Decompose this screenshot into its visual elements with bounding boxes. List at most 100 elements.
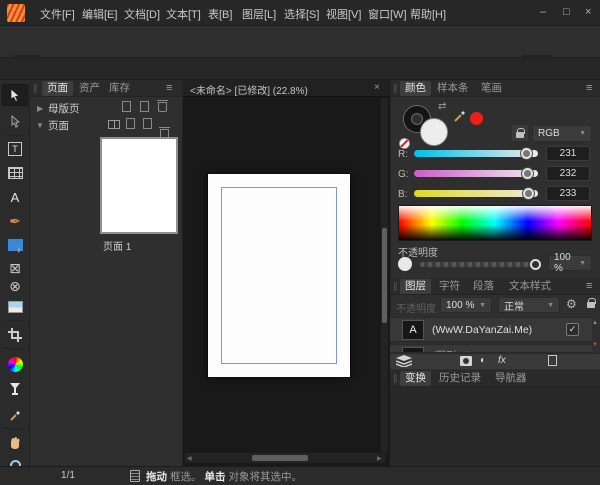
layers-stack-icon[interactable] xyxy=(396,355,412,367)
node-tool[interactable] xyxy=(2,110,28,132)
red-slider-knob[interactable] xyxy=(521,148,532,159)
color-model-dropdown[interactable]: RGB ▼ xyxy=(532,125,592,142)
menu-layer[interactable]: 图层[L] xyxy=(242,6,276,22)
move-tool[interactable] xyxy=(2,84,28,106)
masters-twirl-icon[interactable]: ▶ xyxy=(37,104,43,113)
minimize-icon[interactable]: – xyxy=(540,6,546,18)
duplicate-master-icon[interactable] xyxy=(140,101,149,112)
duplicate-page-icon[interactable] xyxy=(143,118,152,129)
artistic-text-tool[interactable]: A xyxy=(2,186,28,208)
crop-tool[interactable] xyxy=(2,324,28,346)
delete-master-icon[interactable] xyxy=(158,102,167,112)
gradient-tool[interactable] xyxy=(2,353,28,375)
color-picker-tool[interactable] xyxy=(2,404,28,426)
menu-window[interactable]: 窗口[W] xyxy=(368,6,407,22)
menu-text[interactable]: 文本[T] xyxy=(166,6,201,22)
blend-mode-dropdown[interactable]: 正常 ▼ xyxy=(498,297,560,313)
layers-scroll-up-icon[interactable]: ▲ xyxy=(592,320,598,326)
menu-help[interactable]: 帮助[H] xyxy=(410,6,446,22)
tab-stock[interactable]: 库存 xyxy=(104,81,135,96)
new-layer-icon[interactable] xyxy=(548,355,557,366)
tab-assets[interactable]: 资产 xyxy=(74,81,105,96)
transparency-tool[interactable] xyxy=(2,378,28,400)
opacity-slider-knob[interactable] xyxy=(530,259,541,270)
gear-icon[interactable]: ⚙ xyxy=(566,297,577,311)
green-slider-knob[interactable] xyxy=(522,168,533,179)
view-tool[interactable] xyxy=(2,432,28,454)
page-thumbnail[interactable] xyxy=(100,137,178,234)
tab-color[interactable]: 颜色 xyxy=(400,81,431,96)
tab-stroke[interactable]: 笔画 xyxy=(476,81,507,96)
menu-view[interactable]: 视图[V] xyxy=(326,6,361,22)
scroll-right-icon[interactable]: ▶ xyxy=(377,455,382,462)
vertical-scrollbar-thumb[interactable] xyxy=(382,228,387,323)
tab-paragraph[interactable]: 段落 xyxy=(468,279,499,294)
horizontal-scrollbar-thumb[interactable] xyxy=(252,455,308,461)
red-value-field[interactable]: 231 xyxy=(546,146,590,161)
panel-drag-handle[interactable]: ∥ xyxy=(393,373,398,384)
color-spectrum[interactable] xyxy=(398,205,592,241)
menu-select[interactable]: 选择[S] xyxy=(284,6,319,22)
blue-slider-knob[interactable] xyxy=(523,188,534,199)
picked-color-swatch[interactable] xyxy=(470,112,483,125)
green-slider[interactable] xyxy=(414,170,538,177)
rectangle-tool[interactable] xyxy=(2,234,28,256)
close-icon[interactable]: × xyxy=(585,6,591,18)
masters-section-label[interactable]: 母版页 xyxy=(48,101,80,116)
swap-colors-icon[interactable]: ⇄ xyxy=(438,101,446,112)
menu-table[interactable]: 表[B] xyxy=(208,6,232,22)
panel-drag-handle[interactable]: ∥ xyxy=(33,83,38,94)
layers-opacity-dropdown[interactable]: 100 % ▼ xyxy=(440,297,492,313)
tab-swatches[interactable]: 样本条 xyxy=(432,81,474,96)
maximize-icon[interactable]: □ xyxy=(563,6,570,18)
page-list-icon[interactable] xyxy=(130,470,140,482)
tab-navigator[interactable]: 导航器 xyxy=(490,371,532,386)
opacity-slider[interactable] xyxy=(420,262,532,267)
mask-layer-icon[interactable] xyxy=(460,356,472,366)
opacity-full-swatch[interactable] xyxy=(398,257,412,271)
panel-drag-handle[interactable]: ∥ xyxy=(393,281,398,292)
layer-row-partial[interactable]: (图形 A) xyxy=(390,344,592,353)
scroll-left-icon[interactable]: ◀ xyxy=(187,455,192,462)
tab-history[interactable]: 历史记录 xyxy=(434,371,486,386)
spread-view-icon[interactable] xyxy=(108,120,120,129)
layer-visibility-checkbox[interactable]: ✓ xyxy=(566,323,579,336)
panel-drag-handle[interactable]: ∥ xyxy=(393,83,398,94)
pen-tool[interactable]: ✒ xyxy=(2,210,28,232)
tab-pages[interactable]: 页面 xyxy=(42,81,73,96)
layer-effects-icon[interactable]: fx xyxy=(498,355,506,366)
menu-document[interactable]: 文档[D] xyxy=(124,6,160,22)
color-panel-menu-icon[interactable]: ≡ xyxy=(586,82,592,94)
layers-panel-menu-icon[interactable]: ≡ xyxy=(586,280,592,292)
tab-character[interactable]: 字符 xyxy=(434,279,465,294)
menu-edit[interactable]: 编辑[E] xyxy=(82,6,117,22)
add-master-icon[interactable] xyxy=(122,101,131,112)
adjustment-layer-icon[interactable]: ◐ xyxy=(480,355,486,366)
picture-frame-ellipse-tool[interactable]: ⊗ xyxy=(2,275,28,297)
tab-transform[interactable]: 变换 xyxy=(400,371,431,386)
pages-panel-menu-icon[interactable]: ≡ xyxy=(166,82,172,94)
layers-scroll-down-icon[interactable]: ▼ xyxy=(592,342,598,348)
pages-twirl-icon[interactable]: ▼ xyxy=(36,121,44,130)
red-slider[interactable] xyxy=(414,150,538,157)
document-close-icon[interactable]: × xyxy=(374,82,380,93)
tab-text-styles[interactable]: 文本样式 xyxy=(504,279,556,294)
frame-text-tool[interactable]: T xyxy=(2,138,28,160)
layer-row[interactable]: A (WwW.DaYanZai.Me) ✓ xyxy=(390,317,592,342)
hint-select: 对象将其选中。 xyxy=(229,471,303,483)
place-image-tool[interactable] xyxy=(2,296,28,318)
layer-lock-button[interactable] xyxy=(583,297,599,313)
opacity-value-dropdown[interactable]: 100 % ▼ xyxy=(548,255,592,271)
table-tool[interactable] xyxy=(2,162,28,184)
no-color-swatch[interactable] xyxy=(399,138,410,149)
blue-value-field[interactable]: 233 xyxy=(546,186,590,201)
color-picker-icon[interactable] xyxy=(452,108,468,124)
blue-slider[interactable] xyxy=(414,190,538,197)
add-page-icon[interactable] xyxy=(126,118,135,129)
tab-layers[interactable]: 图层 xyxy=(400,279,431,294)
color-lock-button[interactable] xyxy=(512,125,528,141)
fill-color-well[interactable] xyxy=(420,118,448,146)
menu-file[interactable]: 文件[F] xyxy=(40,6,75,22)
green-value-field[interactable]: 232 xyxy=(546,166,590,181)
pages-section-label[interactable]: 页面 xyxy=(48,118,69,133)
